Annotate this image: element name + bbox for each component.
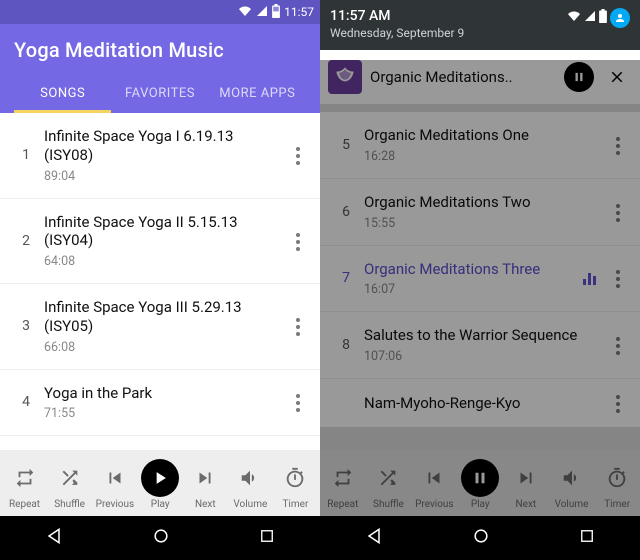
track-duration: 107:06	[364, 349, 596, 364]
wifi-icon	[567, 10, 581, 26]
next-button[interactable]: Next	[186, 459, 224, 510]
more-icon[interactable]	[600, 202, 636, 222]
track-duration: 71:55	[44, 406, 276, 421]
more-icon[interactable]	[600, 393, 636, 413]
app-title: Yoga Meditation Music	[14, 34, 306, 76]
list-item[interactable]: Nam-Myoho-Renge-Kyo	[320, 379, 640, 427]
shuffle-button[interactable]: Shuffle	[51, 459, 89, 510]
track-number: 6	[328, 204, 364, 220]
volume-button[interactable]: Volume	[553, 459, 591, 510]
track-duration: 15:55	[364, 216, 596, 231]
track-title: Organic Meditations One	[364, 126, 596, 145]
notification-shade-header[interactable]: 11:57 AM Wednesday, September 9	[320, 0, 640, 50]
track-duration: 89:04	[44, 169, 276, 184]
track-duration: 16:28	[364, 149, 596, 164]
track-number: 5	[328, 137, 364, 153]
track-number: 1	[8, 147, 44, 163]
track-title: Infinite Space Yoga I 6.19.13 (ISY08)	[44, 127, 276, 165]
list-item[interactable]: 2 Infinite Space Yoga II 5.15.13 (ISY04)…	[0, 199, 320, 285]
track-number: 7	[328, 270, 364, 286]
track-duration: 66:08	[44, 340, 276, 355]
song-list[interactable]: 1 Infinite Space Yoga I 6.19.13 (ISY08) …	[0, 113, 320, 450]
app-bar: Yoga Meditation Music SONGS FAVORITES MO…	[0, 24, 320, 113]
wifi-icon	[238, 5, 252, 20]
timer-button[interactable]: Timer	[276, 459, 314, 510]
track-title: Salutes to the Warrior Sequence	[364, 326, 596, 345]
more-icon[interactable]	[600, 268, 636, 288]
play-button[interactable]: Play	[141, 459, 179, 510]
track-title: Organic Meditations Two	[364, 193, 596, 212]
phone-left: 11:57 Yoga Meditation Music SONGS FAVORI…	[0, 0, 320, 560]
track-number: 2	[8, 233, 44, 249]
notification-title: Organic Meditations..	[370, 68, 556, 86]
nav-back-icon[interactable]	[364, 526, 384, 550]
list-item[interactable]: 6 Organic Meditations Two 15:55	[320, 179, 640, 246]
clear-all-icon[interactable]	[612, 122, 634, 144]
more-icon[interactable]	[280, 145, 316, 165]
android-nav-bar	[0, 516, 320, 560]
nav-back-icon[interactable]	[44, 526, 64, 550]
media-notification[interactable]: Organic Meditations..	[320, 50, 640, 104]
previous-button[interactable]: Previous	[415, 459, 454, 510]
tab-favorites[interactable]: FAVORITES	[111, 76, 208, 113]
track-number: 4	[8, 394, 44, 410]
more-icon[interactable]	[280, 392, 316, 412]
shade-date: Wednesday, September 9	[330, 26, 464, 40]
tabs: SONGS FAVORITES MORE APPS	[14, 76, 306, 113]
track-number: 8	[328, 337, 364, 353]
status-bar: 11:57	[0, 0, 320, 24]
list-item[interactable]: 1 Infinite Space Yoga I 6.19.13 (ISY08) …	[0, 113, 320, 199]
playback-controls: Repeat Shuffle Previous Play Next Volume…	[320, 450, 640, 516]
track-title: Nam-Myoho-Renge-Kyo	[364, 394, 596, 413]
nav-recent-icon[interactable]	[258, 527, 276, 549]
track-duration: 16:07	[364, 282, 579, 297]
track-number: 3	[8, 318, 44, 334]
list-item[interactable]: 8 Salutes to the Warrior Sequence 107:06	[320, 312, 640, 379]
status-time: 11:57	[284, 5, 314, 19]
android-nav-bar	[320, 516, 640, 560]
nav-home-icon[interactable]	[471, 526, 491, 550]
shade-time: 11:57 AM	[330, 8, 464, 24]
previous-button[interactable]: Previous	[96, 459, 135, 510]
signal-icon	[256, 5, 268, 20]
notification-close-button[interactable]	[602, 68, 632, 86]
playback-controls: Repeat Shuffle Previous Play Next Volume…	[0, 450, 320, 516]
nav-recent-icon[interactable]	[578, 527, 596, 549]
more-icon[interactable]	[600, 335, 636, 355]
app-icon	[328, 60, 362, 94]
list-item[interactable]: 7 Organic Meditations Three 16:07	[320, 246, 640, 313]
more-icon[interactable]	[280, 231, 316, 251]
track-title: Organic Meditations Three	[364, 260, 579, 279]
timer-button[interactable]: Timer	[598, 459, 636, 510]
notification-pause-button[interactable]	[564, 62, 594, 92]
repeat-button[interactable]: Repeat	[324, 459, 362, 510]
battery-icon	[599, 9, 607, 27]
tab-more-apps[interactable]: MORE APPS	[209, 76, 306, 113]
signal-icon	[584, 10, 596, 26]
phone-right: 11:57 AM Wednesday, September 9 Organic …	[320, 0, 640, 560]
track-title: Infinite Space Yoga III 5.29.13 (ISY05)	[44, 298, 276, 336]
shuffle-button[interactable]: Shuffle	[369, 459, 407, 510]
track-title: Infinite Space Yoga II 5.15.13 (ISY04)	[44, 213, 276, 251]
track-duration: 64:08	[44, 254, 276, 269]
battery-icon	[272, 4, 280, 21]
account-icon[interactable]	[610, 8, 630, 28]
track-title: Yoga in the Park	[44, 384, 276, 403]
now-playing-icon	[583, 271, 596, 285]
list-item[interactable]: 3 Infinite Space Yoga III 5.29.13 (ISY05…	[0, 284, 320, 370]
more-icon[interactable]	[280, 316, 316, 336]
list-item[interactable]: 4 Yoga in the Park 71:55	[0, 370, 320, 437]
nav-home-icon[interactable]	[151, 526, 171, 550]
tab-songs[interactable]: SONGS	[14, 76, 111, 113]
next-button[interactable]: Next	[507, 459, 545, 510]
list-item[interactable]: 5 Organic Meditations One 16:28	[320, 112, 640, 179]
volume-button[interactable]: Volume	[231, 459, 269, 510]
pause-button[interactable]: Play	[461, 459, 499, 510]
repeat-button[interactable]: Repeat	[6, 459, 44, 510]
